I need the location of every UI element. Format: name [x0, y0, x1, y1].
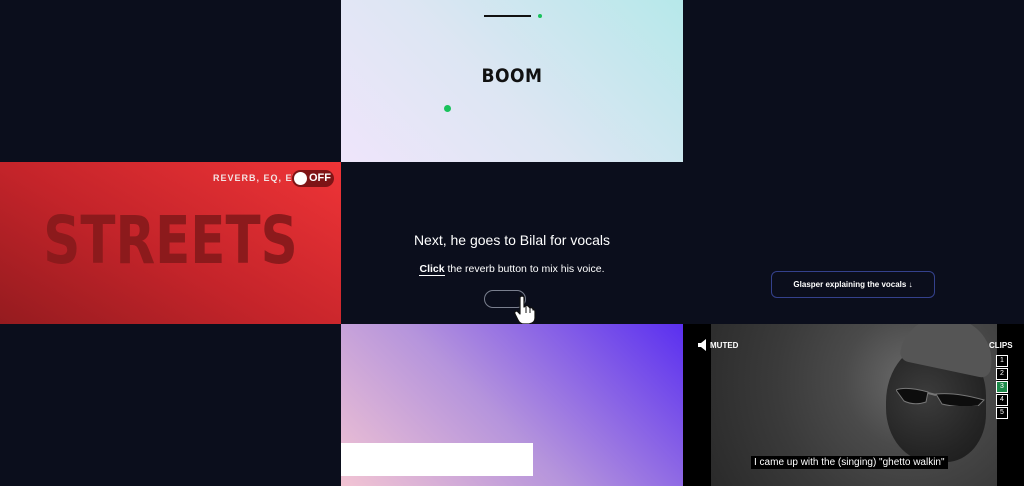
progress-dot	[538, 14, 542, 18]
streets-panel: STREETS REVERB, EQ, ETC. OFF	[0, 162, 341, 324]
instruction-panel: Next, he goes to Bilal for vocals Click …	[341, 162, 683, 324]
green-dot	[444, 105, 451, 112]
clip-button-2[interactable]: 2	[996, 368, 1008, 380]
speaker-muted-icon[interactable]	[698, 339, 708, 351]
clip-button-3[interactable]: 3	[996, 381, 1008, 393]
video-player[interactable]: MUTED CLIPS 12345 I came up with the (si…	[683, 324, 1024, 486]
boom-panel: BOOM	[341, 0, 683, 162]
boom-word: BOOM	[481, 65, 543, 87]
toggle-knob	[294, 172, 307, 185]
clip-button-4[interactable]: 4	[996, 394, 1008, 406]
white-bar	[341, 443, 533, 476]
toggle-state: OFF	[309, 172, 331, 184]
instruction-text: Click the reverb button to mix his voice…	[341, 263, 683, 276]
vocals-explain-button[interactable]: Glasper explaining the vocals ↓	[771, 271, 935, 298]
sunglasses	[896, 387, 985, 406]
instruction-title: Next, he goes to Bilal for vocals	[413, 232, 611, 248]
video-subtitle: I came up with the (singing) "ghetto wal…	[751, 456, 948, 469]
pointer-hand-icon	[514, 295, 536, 324]
clips-list: 12345	[996, 355, 1008, 420]
streets-word: STREETS	[43, 202, 298, 279]
clip-button-1[interactable]: 1	[996, 355, 1008, 367]
clips-label: CLIPS	[989, 341, 1013, 350]
clip-button-5[interactable]: 5	[996, 407, 1008, 419]
reverb-toggle[interactable]: OFF	[292, 170, 334, 187]
progress-line	[484, 15, 531, 17]
gradient-panel	[341, 324, 683, 486]
muted-label[interactable]: MUTED	[710, 341, 738, 350]
click-word: Click	[419, 263, 445, 276]
instruction-rest: the reverb button to mix his voice.	[444, 263, 605, 275]
